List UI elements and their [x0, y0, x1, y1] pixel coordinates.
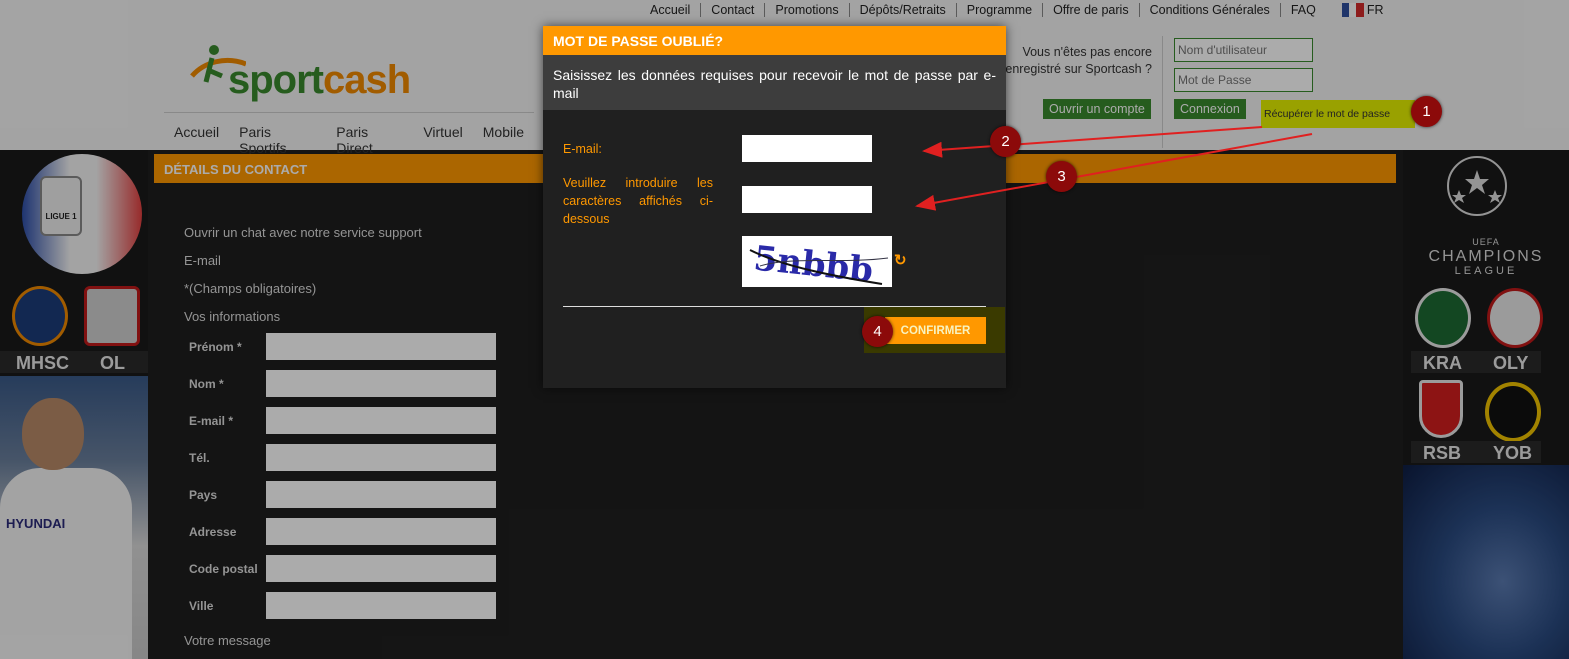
annotation-marker-2: 2 — [990, 126, 1021, 157]
annotation-arrows — [915, 126, 1313, 211]
arrow-to-captcha — [915, 133, 1313, 211]
annotation-marker-1: 1 — [1411, 96, 1442, 127]
annotation-marker-3: 3 — [1046, 161, 1077, 192]
arrow-to-email — [922, 126, 1263, 158]
annotation-marker-4: 4 — [862, 316, 893, 347]
